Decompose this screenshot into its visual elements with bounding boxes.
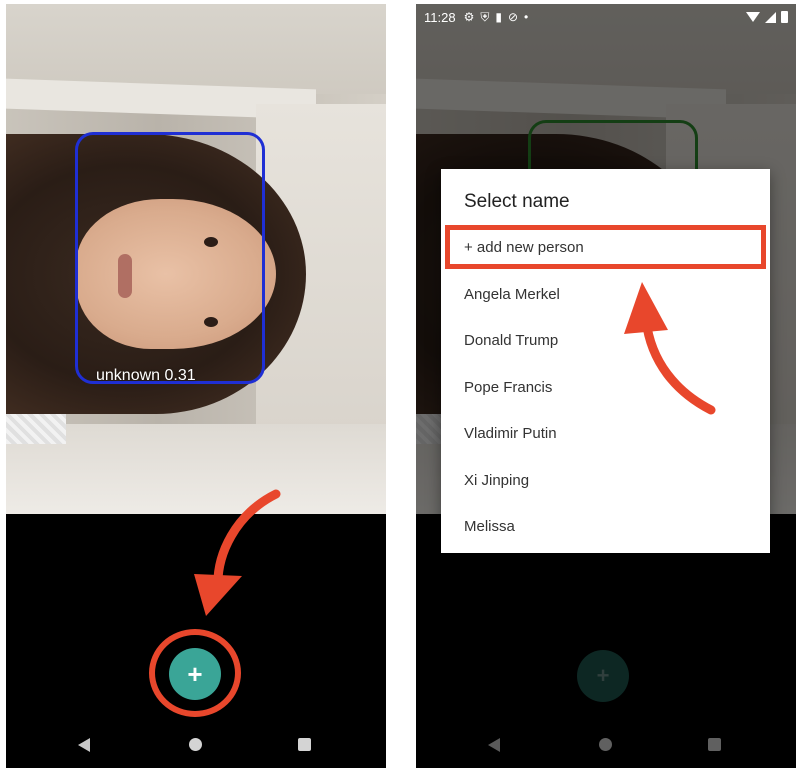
- select-name-dialog: Select name + add new person Angela Merk…: [441, 169, 770, 553]
- name-list-item[interactable]: Xi Jinping: [464, 466, 744, 496]
- recents-icon[interactable]: [298, 738, 311, 751]
- gear-icon: ⚙: [463, 10, 475, 24]
- dialog-title: Select name: [464, 191, 570, 212]
- left-phone-screen: unknown 0.31 +: [6, 4, 386, 768]
- name-list-item[interactable]: Melissa: [464, 512, 744, 542]
- face-recognition-label: unknown 0.31: [96, 367, 196, 384]
- name-list-item[interactable]: Angela Merkel: [464, 280, 744, 310]
- sd-card-icon: ▮: [495, 10, 502, 24]
- right-phone-screen: + 11:28 ⚙ ⛨ ▮ ⊘ • Select name + add new …: [416, 4, 796, 768]
- face-detection-box: [75, 132, 265, 384]
- name-list-item[interactable]: Donald Trump: [464, 326, 744, 356]
- shield-icon: ⛨: [480, 9, 490, 24]
- battery-icon: [781, 11, 788, 23]
- highlight-rectangle: [445, 225, 766, 269]
- wifi-icon: [746, 12, 760, 22]
- back-icon[interactable]: [78, 738, 90, 752]
- status-bar: 11:28 ⚙ ⛨ ▮ ⊘ •: [416, 4, 796, 30]
- home-icon[interactable]: [189, 738, 202, 751]
- camera-preview: unknown 0.31: [6, 4, 386, 514]
- name-list-item[interactable]: Pope Francis: [464, 373, 744, 403]
- navigation-bar: [6, 724, 386, 768]
- add-face-button[interactable]: +: [169, 648, 221, 700]
- sync-icon: ⊘: [507, 10, 519, 24]
- name-list-item[interactable]: Vladimir Putin: [464, 419, 744, 449]
- cell-signal-icon: [765, 11, 776, 23]
- status-time: 11:28: [424, 9, 456, 25]
- dot-icon: •: [524, 10, 529, 24]
